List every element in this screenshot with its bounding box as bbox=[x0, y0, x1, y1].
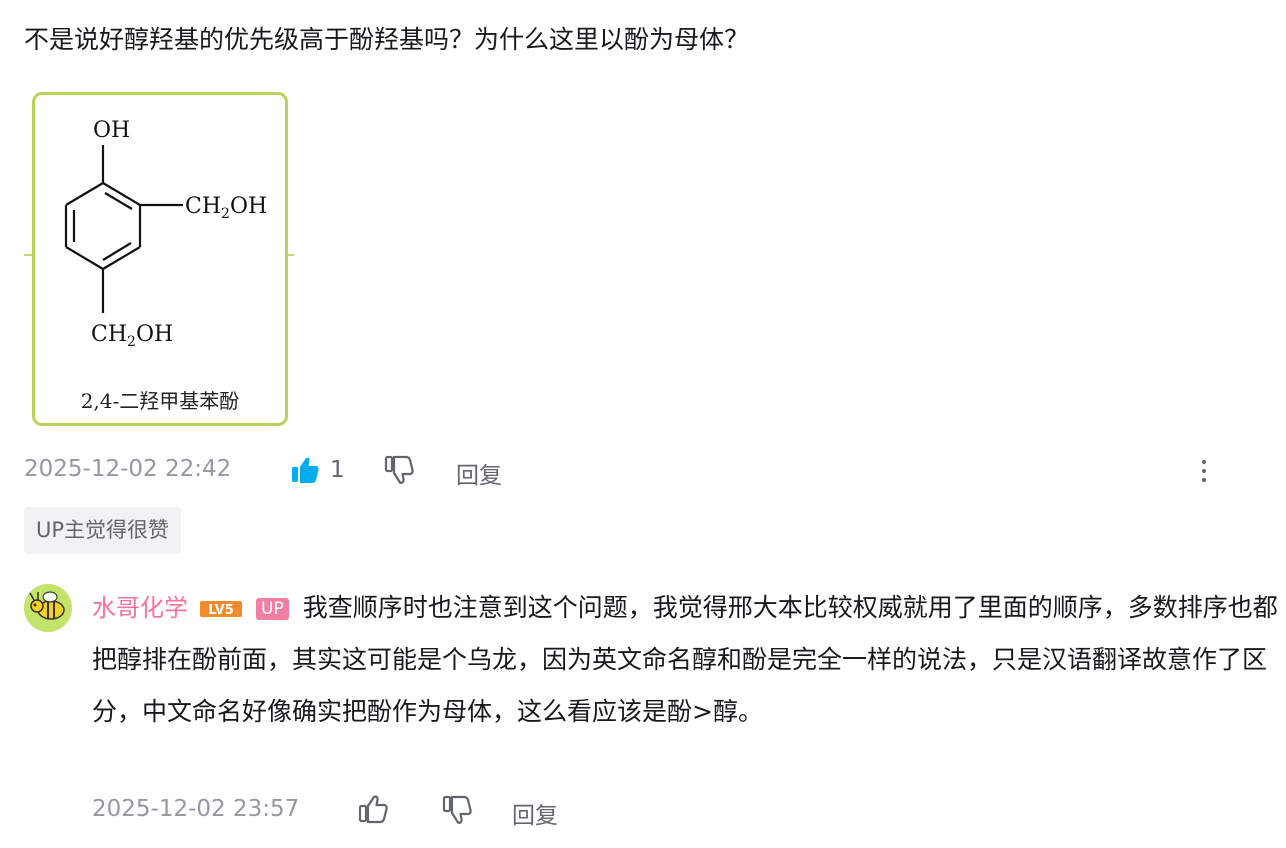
benzene-ring bbox=[64, 145, 183, 313]
dislike-button[interactable] bbox=[384, 454, 414, 490]
reply-username[interactable]: 水哥化学 bbox=[92, 594, 188, 622]
structure-card: OH CH2OH CH2OH 2,4-二羟甲基苯酚 bbox=[32, 92, 288, 426]
reply-body: 水哥化学 LV5 UP 我查顺序时也注意到这个问题，我觉得邢大本比较权威就用了里面的顺… bbox=[92, 582, 1282, 738]
reply-meta-row: 2025-12-02 23:57 回复 bbox=[92, 792, 692, 830]
bee-avatar-icon bbox=[24, 584, 72, 632]
reply-button[interactable]: 回复 bbox=[456, 456, 502, 490]
thumbs-up-filled-icon bbox=[292, 457, 319, 483]
reply-reply-button[interactable]: 回复 bbox=[512, 796, 558, 830]
level-badge-icon: LV5 bbox=[200, 601, 242, 618]
more-vertical-icon bbox=[1202, 460, 1206, 464]
thumbs-up-outline-icon bbox=[358, 795, 388, 824]
up-tag: UP bbox=[256, 598, 289, 620]
comment-image[interactable]: OH CH2OH CH2OH 2,4-二羟甲基苯酚 bbox=[24, 90, 294, 426]
ch2oh-label-bottom: CH2OH bbox=[91, 322, 173, 350]
reply-dislike-button[interactable] bbox=[442, 794, 472, 830]
avatar[interactable] bbox=[24, 584, 72, 632]
ch2oh-label-top: CH2OH bbox=[185, 194, 267, 222]
reply-like-button[interactable] bbox=[358, 794, 388, 828]
comment-meta-row: 2025-12-02 22:42 1 回复 bbox=[24, 452, 1264, 490]
like-count: 1 bbox=[330, 457, 345, 483]
more-dot bbox=[1202, 469, 1206, 473]
like-button[interactable]: 1 bbox=[290, 452, 345, 488]
more-dot bbox=[1202, 478, 1206, 482]
more-options-button[interactable] bbox=[1192, 454, 1216, 488]
structure-caption: 2,4-二羟甲基苯酚 bbox=[80, 389, 240, 413]
benzene-structure-diagram: OH CH2OH CH2OH bbox=[64, 118, 267, 350]
reply-timestamp: 2025-12-02 23:57 bbox=[92, 796, 300, 822]
oh-label: OH bbox=[93, 118, 130, 143]
up-liked-badge: UP主觉得很赞 bbox=[24, 507, 182, 554]
thumbs-down-outline-icon bbox=[384, 455, 414, 484]
comment-timestamp: 2025-12-02 22:42 bbox=[24, 456, 232, 482]
comment-text: 不是说好醇羟基的优先级高于酚羟基吗？为什么这里以酚为母体？ bbox=[24, 25, 750, 54]
thumbs-down-outline-icon bbox=[442, 795, 472, 824]
svg-text:LV5: LV5 bbox=[208, 603, 234, 618]
